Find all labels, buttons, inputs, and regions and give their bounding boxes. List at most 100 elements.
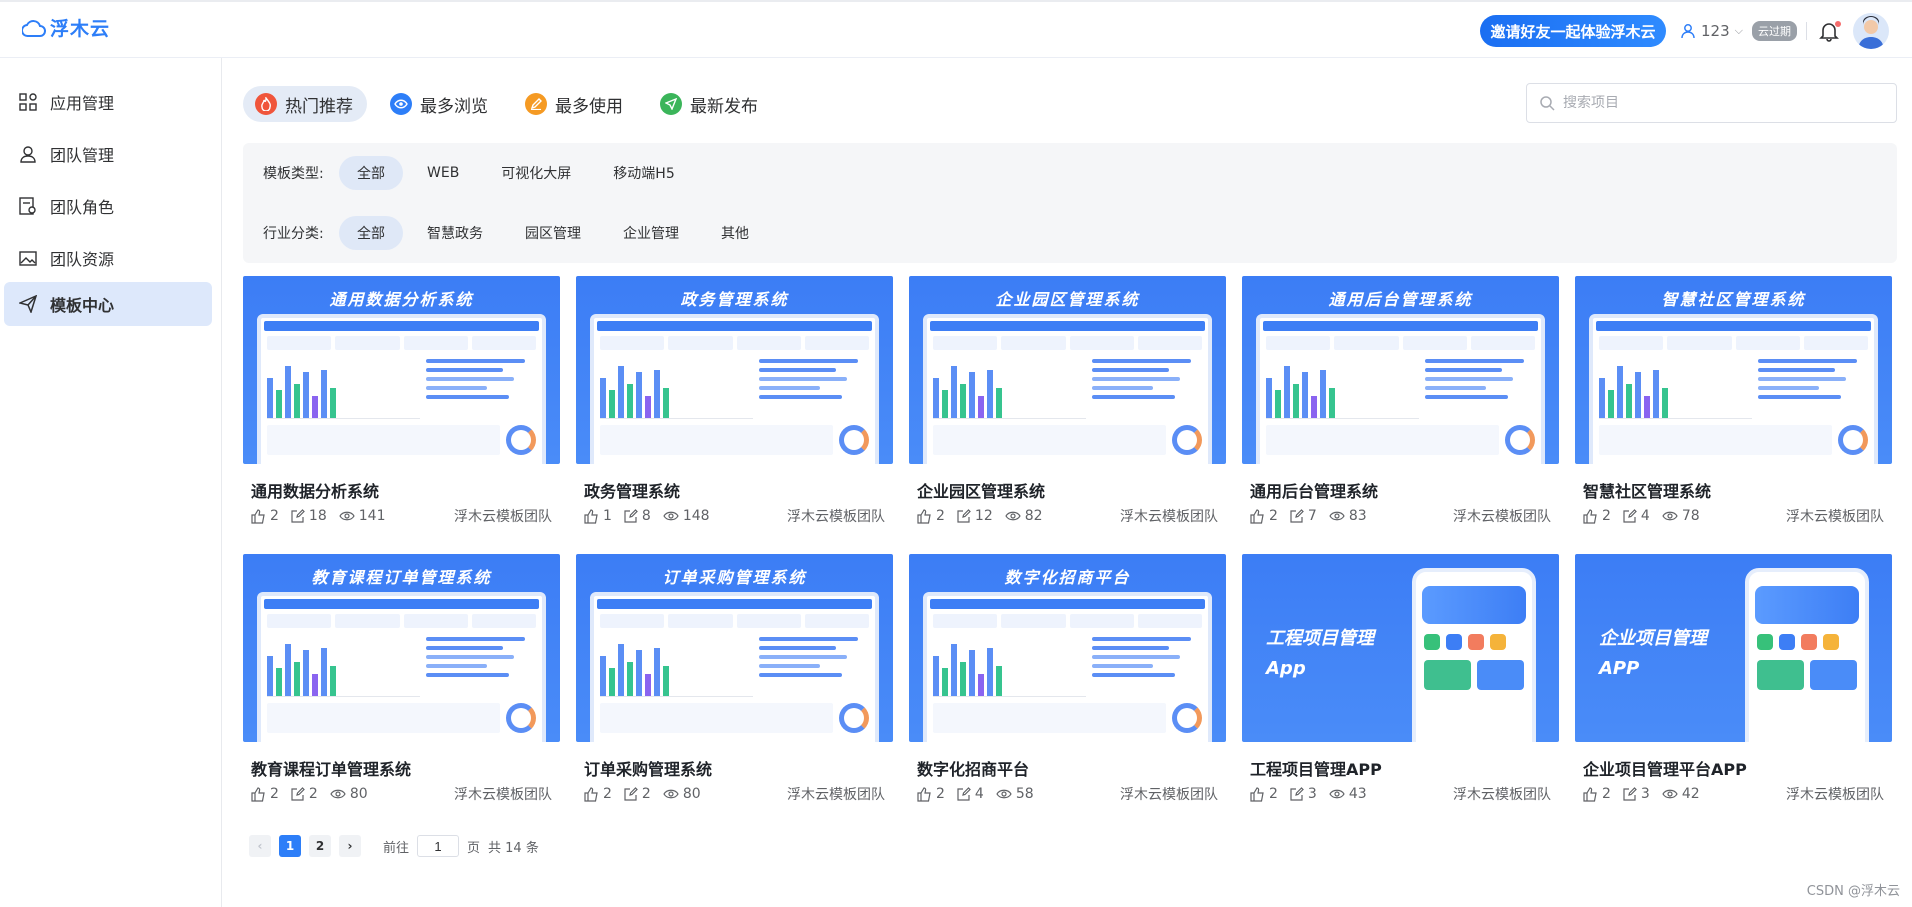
prev-page-button[interactable]: ‹ (249, 835, 271, 857)
template-thumbnail[interactable]: 智慧社区管理系统 (1575, 276, 1892, 464)
template-title[interactable]: 通用后台管理系统 (1242, 478, 1559, 501)
sidebar-item-templates[interactable]: 模板中心 (4, 282, 212, 326)
next-page-button[interactable]: › (339, 835, 361, 857)
template-title[interactable]: 企业园区管理系统 (909, 478, 1226, 501)
template-title[interactable]: 通用数据分析系统 (243, 478, 560, 501)
avatar[interactable] (1853, 13, 1889, 49)
sidebar-item-label: 模板中心 (50, 296, 115, 315)
template-card[interactable]: 政务管理系统 政务管理系统 1 8 148 浮木云模板团队 (576, 276, 893, 534)
total-count: 共 14 条 (488, 840, 539, 856)
template-title[interactable]: 教育课程订单管理系统 (243, 756, 560, 779)
notifications-button[interactable] (1819, 20, 1841, 42)
template-thumbnail[interactable]: 通用数据分析系统 (243, 276, 560, 464)
template-card[interactable]: 通用后台管理系统 通用后台管理系统 2 7 83 浮木云模板团队 (1242, 276, 1559, 534)
template-thumbnail[interactable]: 企业项目管理APP (1575, 554, 1892, 742)
thumbnail-banner-text: 教育课程订单管理系统 (311, 568, 492, 587)
template-card[interactable]: 智慧社区管理系统 智慧社区管理系统 2 4 78 浮木云模板团队 (1575, 276, 1892, 534)
template-thumbnail[interactable]: 教育课程订单管理系统 (243, 554, 560, 742)
search-box[interactable] (1526, 83, 1897, 123)
divider (1806, 22, 1807, 40)
likes[interactable]: 2 (584, 786, 612, 802)
thumbs-up-icon (917, 508, 931, 524)
eye-icon (1662, 789, 1678, 799)
views-count: 43 (1348, 786, 1367, 802)
eye-icon (663, 789, 679, 799)
thumbnail-screen (257, 592, 546, 742)
views: 141 (339, 508, 385, 524)
template-title[interactable]: 企业项目管理平台APP (1575, 756, 1892, 779)
likes[interactable]: 2 (917, 786, 945, 802)
tab-most-used[interactable]: 最多使用 (513, 86, 637, 122)
likes-count: 1 (603, 508, 612, 524)
likes[interactable]: 2 (1583, 786, 1611, 802)
likes[interactable]: 1 (584, 508, 612, 524)
edit-icon (1623, 509, 1637, 523)
template-card[interactable]: 工程项目管理App 工程项目管理APP 2 3 43 浮木云模板团队 (1242, 554, 1559, 812)
logo[interactable]: 浮木云 (22, 14, 110, 41)
thumbs-up-icon (1583, 508, 1597, 524)
eye-icon (390, 93, 412, 115)
template-thumbnail[interactable]: 通用后台管理系统 (1242, 276, 1559, 464)
template-thumbnail[interactable]: 政务管理系统 (576, 276, 893, 464)
views-count: 80 (349, 786, 368, 802)
template-thumbnail[interactable]: 企业园区管理系统 (909, 276, 1226, 464)
chip-industry-gov[interactable]: 智慧政务 (409, 216, 501, 250)
eye-icon (1662, 511, 1678, 521)
likes[interactable]: 2 (1250, 786, 1278, 802)
chip-industry-other[interactable]: 其他 (703, 216, 767, 250)
sidebar-item-team[interactable]: 团队管理 (4, 132, 212, 176)
invite-friends-button[interactable]: 邀请好友一起体验浮木云 (1480, 15, 1666, 47)
likes[interactable]: 2 (1583, 508, 1611, 524)
template-thumbnail[interactable]: 订单采购管理系统 (576, 554, 893, 742)
page-1-button[interactable]: 1 (279, 835, 301, 857)
template-card[interactable]: 教育课程订单管理系统 教育课程订单管理系统 2 2 80 浮木云模板团队 (243, 554, 560, 812)
views-count: 148 (682, 508, 710, 524)
template-thumbnail[interactable]: 数字化招商平台 (909, 554, 1226, 742)
uses: 4 (957, 786, 984, 802)
thumbs-up-icon (251, 508, 265, 524)
template-thumbnail[interactable]: 工程项目管理App (1242, 554, 1559, 742)
chip-industry-park[interactable]: 园区管理 (507, 216, 599, 250)
chip-industry-enterprise[interactable]: 企业管理 (605, 216, 697, 250)
likes[interactable]: 2 (251, 786, 279, 802)
template-card[interactable]: 企业项目管理APP 企业项目管理平台APP 2 3 42 浮木云模板团队 (1575, 554, 1892, 812)
chip-type-all[interactable]: 全部 (339, 156, 403, 190)
goto-page-input[interactable] (417, 835, 460, 857)
views: 43 (1329, 786, 1367, 802)
phone-mockup (1412, 568, 1536, 742)
chip-industry-all[interactable]: 全部 (339, 216, 403, 250)
sidebar-item-resources[interactable]: 团队资源 (4, 236, 212, 280)
template-card[interactable]: 订单采购管理系统 订单采购管理系统 2 2 80 浮木云模板团队 (576, 554, 893, 812)
template-author: 浮木云模板团队 (1120, 509, 1218, 525)
thumbnail-banner-text: 企业园区管理系统 (995, 290, 1140, 309)
template-card[interactable]: 数字化招商平台 数字化招商平台 2 4 58 浮木云模板团队 (909, 554, 1226, 812)
template-title[interactable]: 智慧社区管理系统 (1575, 478, 1892, 501)
likes-count: 2 (1269, 508, 1278, 524)
thumbnail-screen (923, 592, 1212, 742)
search-input[interactable] (1563, 95, 1883, 111)
template-card[interactable]: 企业园区管理系统 企业园区管理系统 2 12 82 浮木云模板团队 (909, 276, 1226, 534)
page-2-button[interactable]: 2 (309, 835, 331, 857)
template-title[interactable]: 政务管理系统 (576, 478, 893, 501)
chip-type-h5[interactable]: 移动端H5 (595, 156, 692, 190)
user-count-value: 123 (1701, 22, 1730, 40)
sidebar-item-roles[interactable]: 团队角色 (4, 184, 212, 228)
sidebar-item-apps[interactable]: 应用管理 (4, 80, 212, 124)
user-menu[interactable]: 123 ⌵ 云过期 (1680, 21, 1797, 41)
likes[interactable]: 2 (251, 508, 279, 524)
tab-hot[interactable]: 热门推荐 (243, 86, 367, 122)
template-title[interactable]: 工程项目管理APP (1242, 756, 1559, 779)
eye-icon (996, 789, 1012, 799)
chip-type-web[interactable]: WEB (409, 156, 477, 190)
thumbnail-banner-text: 智慧社区管理系统 (1661, 290, 1806, 309)
template-title[interactable]: 订单采购管理系统 (576, 756, 893, 779)
tab-latest[interactable]: 最新发布 (648, 86, 772, 122)
chip-type-dashboard[interactable]: 可视化大屏 (483, 156, 589, 190)
edit-icon (957, 787, 971, 801)
likes[interactable]: 2 (917, 508, 945, 524)
uses-count: 3 (1640, 786, 1650, 802)
likes[interactable]: 2 (1250, 508, 1278, 524)
template-title[interactable]: 数字化招商平台 (909, 756, 1226, 779)
template-card[interactable]: 通用数据分析系统 通用数据分析系统 2 18 141 浮木云模板团队 (243, 276, 560, 534)
tab-most-viewed[interactable]: 最多浏览 (378, 86, 502, 122)
